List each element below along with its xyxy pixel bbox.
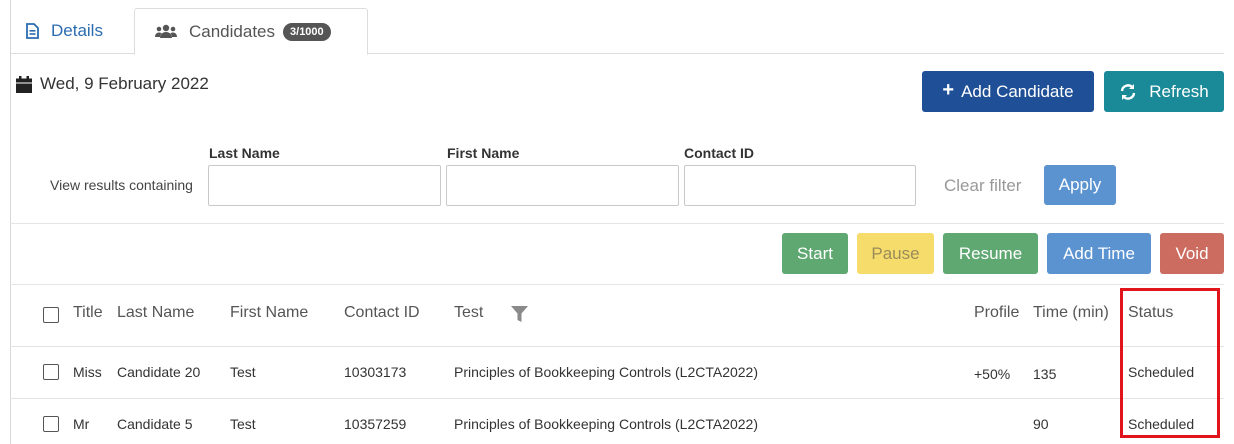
column-header-last-name[interactable]: Last Name bbox=[117, 304, 194, 322]
row-checkbox[interactable] bbox=[43, 364, 59, 380]
cell-test: Principles of Bookkeeping Controls (L2CT… bbox=[454, 416, 759, 432]
session-date-text: Wed, 9 February 2022 bbox=[40, 74, 209, 93]
resume-button[interactable]: Resume bbox=[943, 233, 1038, 274]
cell-first-name: Test bbox=[230, 416, 256, 432]
column-header-contact-id[interactable]: Contact ID bbox=[344, 304, 420, 322]
refresh-label: Refresh bbox=[1149, 81, 1209, 101]
tab-candidates[interactable]: Candidates 3/1000 bbox=[134, 8, 368, 55]
add-candidate-label: Add Candidate bbox=[961, 81, 1074, 101]
header-row-divider bbox=[10, 346, 1224, 347]
actions-divider bbox=[10, 284, 1224, 285]
row-divider bbox=[10, 398, 1224, 399]
contact-id-filter-label: Contact ID bbox=[684, 145, 754, 161]
first-name-filter-input[interactable] bbox=[446, 165, 679, 206]
candidates-count-badge: 3/1000 bbox=[283, 22, 331, 41]
tab-details[interactable]: Details bbox=[10, 8, 134, 54]
column-header-profile[interactable]: Profile bbox=[974, 304, 1019, 322]
cell-contact-id: 10357259 bbox=[344, 416, 407, 432]
cell-first-name: Test bbox=[230, 364, 256, 380]
filter-divider bbox=[10, 223, 1224, 224]
cell-title: Mr bbox=[73, 416, 90, 432]
tab-details-label: Details bbox=[51, 21, 103, 40]
cell-profile: +50% bbox=[974, 366, 1011, 382]
cell-contact-id: 10303173 bbox=[344, 364, 407, 380]
apply-filter-button[interactable]: Apply bbox=[1044, 165, 1116, 205]
contact-id-filter-input[interactable] bbox=[684, 165, 916, 206]
plus-icon: + bbox=[942, 79, 955, 101]
row-checkbox[interactable] bbox=[43, 416, 59, 432]
pause-button[interactable]: Pause bbox=[857, 233, 934, 274]
tab-candidates-label: Candidates bbox=[189, 21, 276, 41]
session-date: Wed, 9 February 2022 bbox=[16, 74, 209, 94]
refresh-icon bbox=[1119, 83, 1137, 101]
void-button[interactable]: Void bbox=[1160, 233, 1224, 274]
start-button[interactable]: Start bbox=[782, 233, 848, 274]
clear-filter-link[interactable]: Clear filter bbox=[944, 176, 1021, 196]
last-name-filter-input[interactable] bbox=[208, 165, 441, 206]
column-header-title[interactable]: Title bbox=[73, 304, 103, 322]
cell-last-name: Candidate 20 bbox=[117, 364, 201, 380]
cell-test: Principles of Bookkeeping Controls (L2CT… bbox=[454, 364, 759, 380]
calendar-icon bbox=[16, 75, 32, 93]
select-all-checkbox[interactable] bbox=[43, 307, 59, 323]
filter-icon[interactable] bbox=[511, 306, 528, 322]
column-header-first-name[interactable]: First Name bbox=[230, 304, 308, 322]
cell-title: Miss bbox=[73, 364, 102, 380]
cell-last-name: Candidate 5 bbox=[117, 416, 193, 432]
file-text-icon bbox=[26, 23, 39, 39]
status-column-highlight bbox=[1120, 288, 1220, 438]
column-header-time[interactable]: Time (min) bbox=[1033, 304, 1109, 322]
last-name-filter-label: Last Name bbox=[209, 145, 280, 161]
add-candidate-button[interactable]: + Add Candidate bbox=[922, 71, 1094, 112]
first-name-filter-label: First Name bbox=[447, 145, 520, 161]
view-results-label: View results containing bbox=[50, 177, 193, 193]
cell-time: 90 bbox=[1033, 416, 1049, 432]
users-icon bbox=[155, 24, 177, 39]
cell-time: 135 bbox=[1033, 366, 1057, 382]
refresh-button[interactable]: Refresh bbox=[1104, 71, 1224, 112]
add-time-button[interactable]: Add Time bbox=[1047, 233, 1151, 274]
column-header-test[interactable]: Test bbox=[454, 304, 483, 322]
